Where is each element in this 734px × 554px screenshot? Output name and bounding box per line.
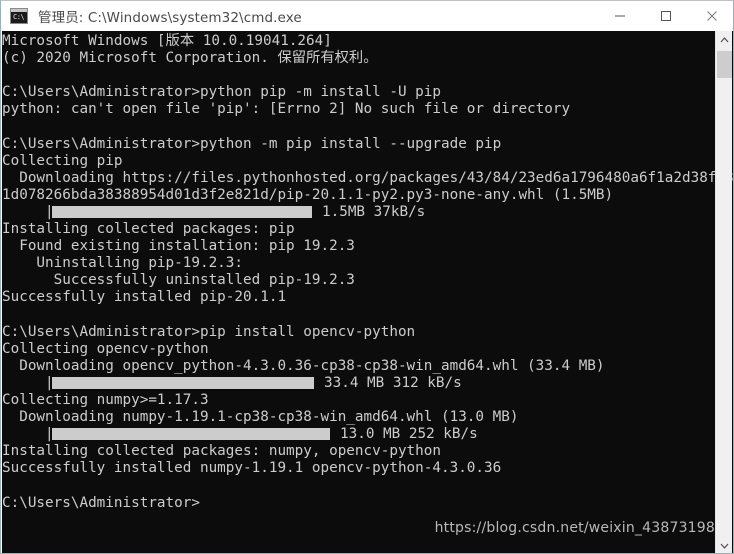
console-line: C:\Users\Administrator>	[2, 495, 716, 512]
vertical-scrollbar[interactable]	[715, 31, 733, 553]
console-output-area[interactable]: Microsoft Windows [版本 10.0.19041.264] (c)…	[2, 31, 733, 553]
console-line: Microsoft Windows [版本 10.0.19041.264]	[2, 33, 716, 50]
console-line-text: Downloading https://files.pythonhosted.o…	[2, 169, 734, 186]
console-line-text: python: can't open file 'pip': [Errno 2]…	[2, 101, 571, 118]
console-line-text: Successfully installed pip-20.1.1	[2, 289, 287, 306]
console-line-text: Uninstalling pip-19.2.3:	[2, 255, 244, 272]
download-progress-label: 33.4 MB 312 kB/s	[324, 374, 462, 391]
console-line-text: Collecting pip	[2, 152, 123, 169]
console-line: Installing collected packages: pip	[2, 221, 716, 238]
console-line: Uninstalling pip-19.2.3:	[2, 255, 716, 272]
console-line-text: C:\Users\Administrator>pip install openc…	[2, 323, 416, 340]
console-line: (c) 2020 Microsoft Corporation. 保留所有权利。	[2, 50, 716, 67]
console-line: Found existing installation: pip 19.2.3	[2, 238, 716, 255]
console-text: Microsoft Windows [版本 10.0.19041.264] (c)…	[2, 33, 733, 512]
console-line-text: C:\Users\Administrator>	[2, 494, 200, 511]
console-line: Successfully uninstalled pip-19.2.3	[2, 272, 716, 289]
scroll-down-icon[interactable]	[716, 537, 733, 553]
console-line: Downloading opencv_python-4.3.0.36-cp38-…	[2, 358, 716, 375]
console-line-text: Downloading opencv_python-4.3.0.36-cp38-…	[2, 357, 605, 374]
watermark-text: https://blog.csdn.net/weixin_43873198	[434, 520, 715, 536]
console-line-text: Installing collected packages: numpy, op…	[2, 443, 441, 460]
console-line: Installing collected packages: numpy, op…	[2, 443, 716, 460]
console-line: | 1.5MB 37kB/s	[2, 204, 716, 221]
console-line-text: Successfully installed numpy-1.19.1 open…	[2, 460, 502, 477]
download-progress-bar	[52, 376, 314, 389]
console-line-text: 1d078266bda38388954d01d3f2e821d/pip-20.1…	[2, 186, 614, 203]
console-line: python: can't open file 'pip': [Errno 2]…	[2, 101, 716, 118]
maximize-button[interactable]	[643, 1, 689, 31]
console-line: Collecting pip	[2, 153, 716, 170]
console-line: Successfully installed numpy-1.19.1 open…	[2, 460, 716, 477]
console-icon: C:\	[10, 7, 28, 24]
console-line-text: |	[2, 203, 54, 220]
console-line-text: Successfully uninstalled pip-19.2.3	[2, 272, 355, 289]
console-line: Downloading numpy-1.19.1-cp38-cp38-win_a…	[2, 409, 716, 426]
title-bar[interactable]: C:\ 管理员: C:\Windows\system32\cmd.exe	[1, 1, 733, 31]
console-line-text: C:\Users\Administrator>python pip -m ins…	[2, 84, 441, 101]
console-line-text: Found existing installation: pip 19.2.3	[2, 238, 355, 255]
console-line: | 33.4 MB 312 kB/s	[2, 375, 716, 392]
console-line-text: C:\Users\Administrator>python -m pip ins…	[2, 135, 502, 152]
console-line: Successfully installed pip-20.1.1	[2, 289, 716, 306]
console-line: C:\Users\Administrator>pip install openc…	[2, 324, 716, 341]
console-line: 1d078266bda38388954d01d3f2e821d/pip-20.1…	[2, 187, 716, 204]
console-line-text: Installing collected packages: pip	[2, 221, 295, 238]
console-line: Downloading https://files.pythonhosted.o…	[2, 170, 733, 187]
download-progress-label: 1.5MB 37kB/s	[322, 203, 426, 220]
cmd-window: C:\ 管理员: C:\Windows\system32\cmd.exe Mic…	[0, 0, 734, 554]
console-line-text: |	[2, 374, 54, 391]
console-line: Collecting opencv-python	[2, 341, 716, 358]
console-line-text: |	[2, 426, 54, 443]
window-title: 管理员: C:\Windows\system32\cmd.exe	[38, 9, 302, 26]
download-progress-bar	[52, 205, 312, 218]
console-line-text: (c) 2020 Microsoft Corporation. 保留所有权利。	[2, 50, 378, 67]
console-line: C:\Users\Administrator>python -m pip ins…	[2, 136, 716, 153]
scroll-up-icon[interactable]	[716, 31, 733, 48]
console-line: | 13.0 MB 252 kB/s	[2, 426, 716, 443]
minimize-button[interactable]	[597, 1, 643, 31]
console-line: Collecting numpy>=1.17.3	[2, 392, 716, 409]
download-progress-bar	[52, 428, 330, 441]
close-button[interactable]	[689, 1, 733, 31]
console-line-text: Collecting numpy>=1.17.3	[2, 391, 209, 408]
console-line: C:\Users\Administrator>python pip -m ins…	[2, 84, 716, 101]
scrollbar-thumb[interactable]	[717, 51, 732, 78]
console-line-text: Microsoft Windows [版本 10.0.19041.264]	[2, 33, 332, 49]
console-line-text: Downloading numpy-1.19.1-cp38-cp38-win_a…	[2, 409, 519, 426]
window-controls	[597, 1, 733, 31]
console-line-text: Collecting opencv-python	[2, 340, 209, 357]
download-progress-label: 13.0 MB 252 kB/s	[340, 426, 478, 443]
